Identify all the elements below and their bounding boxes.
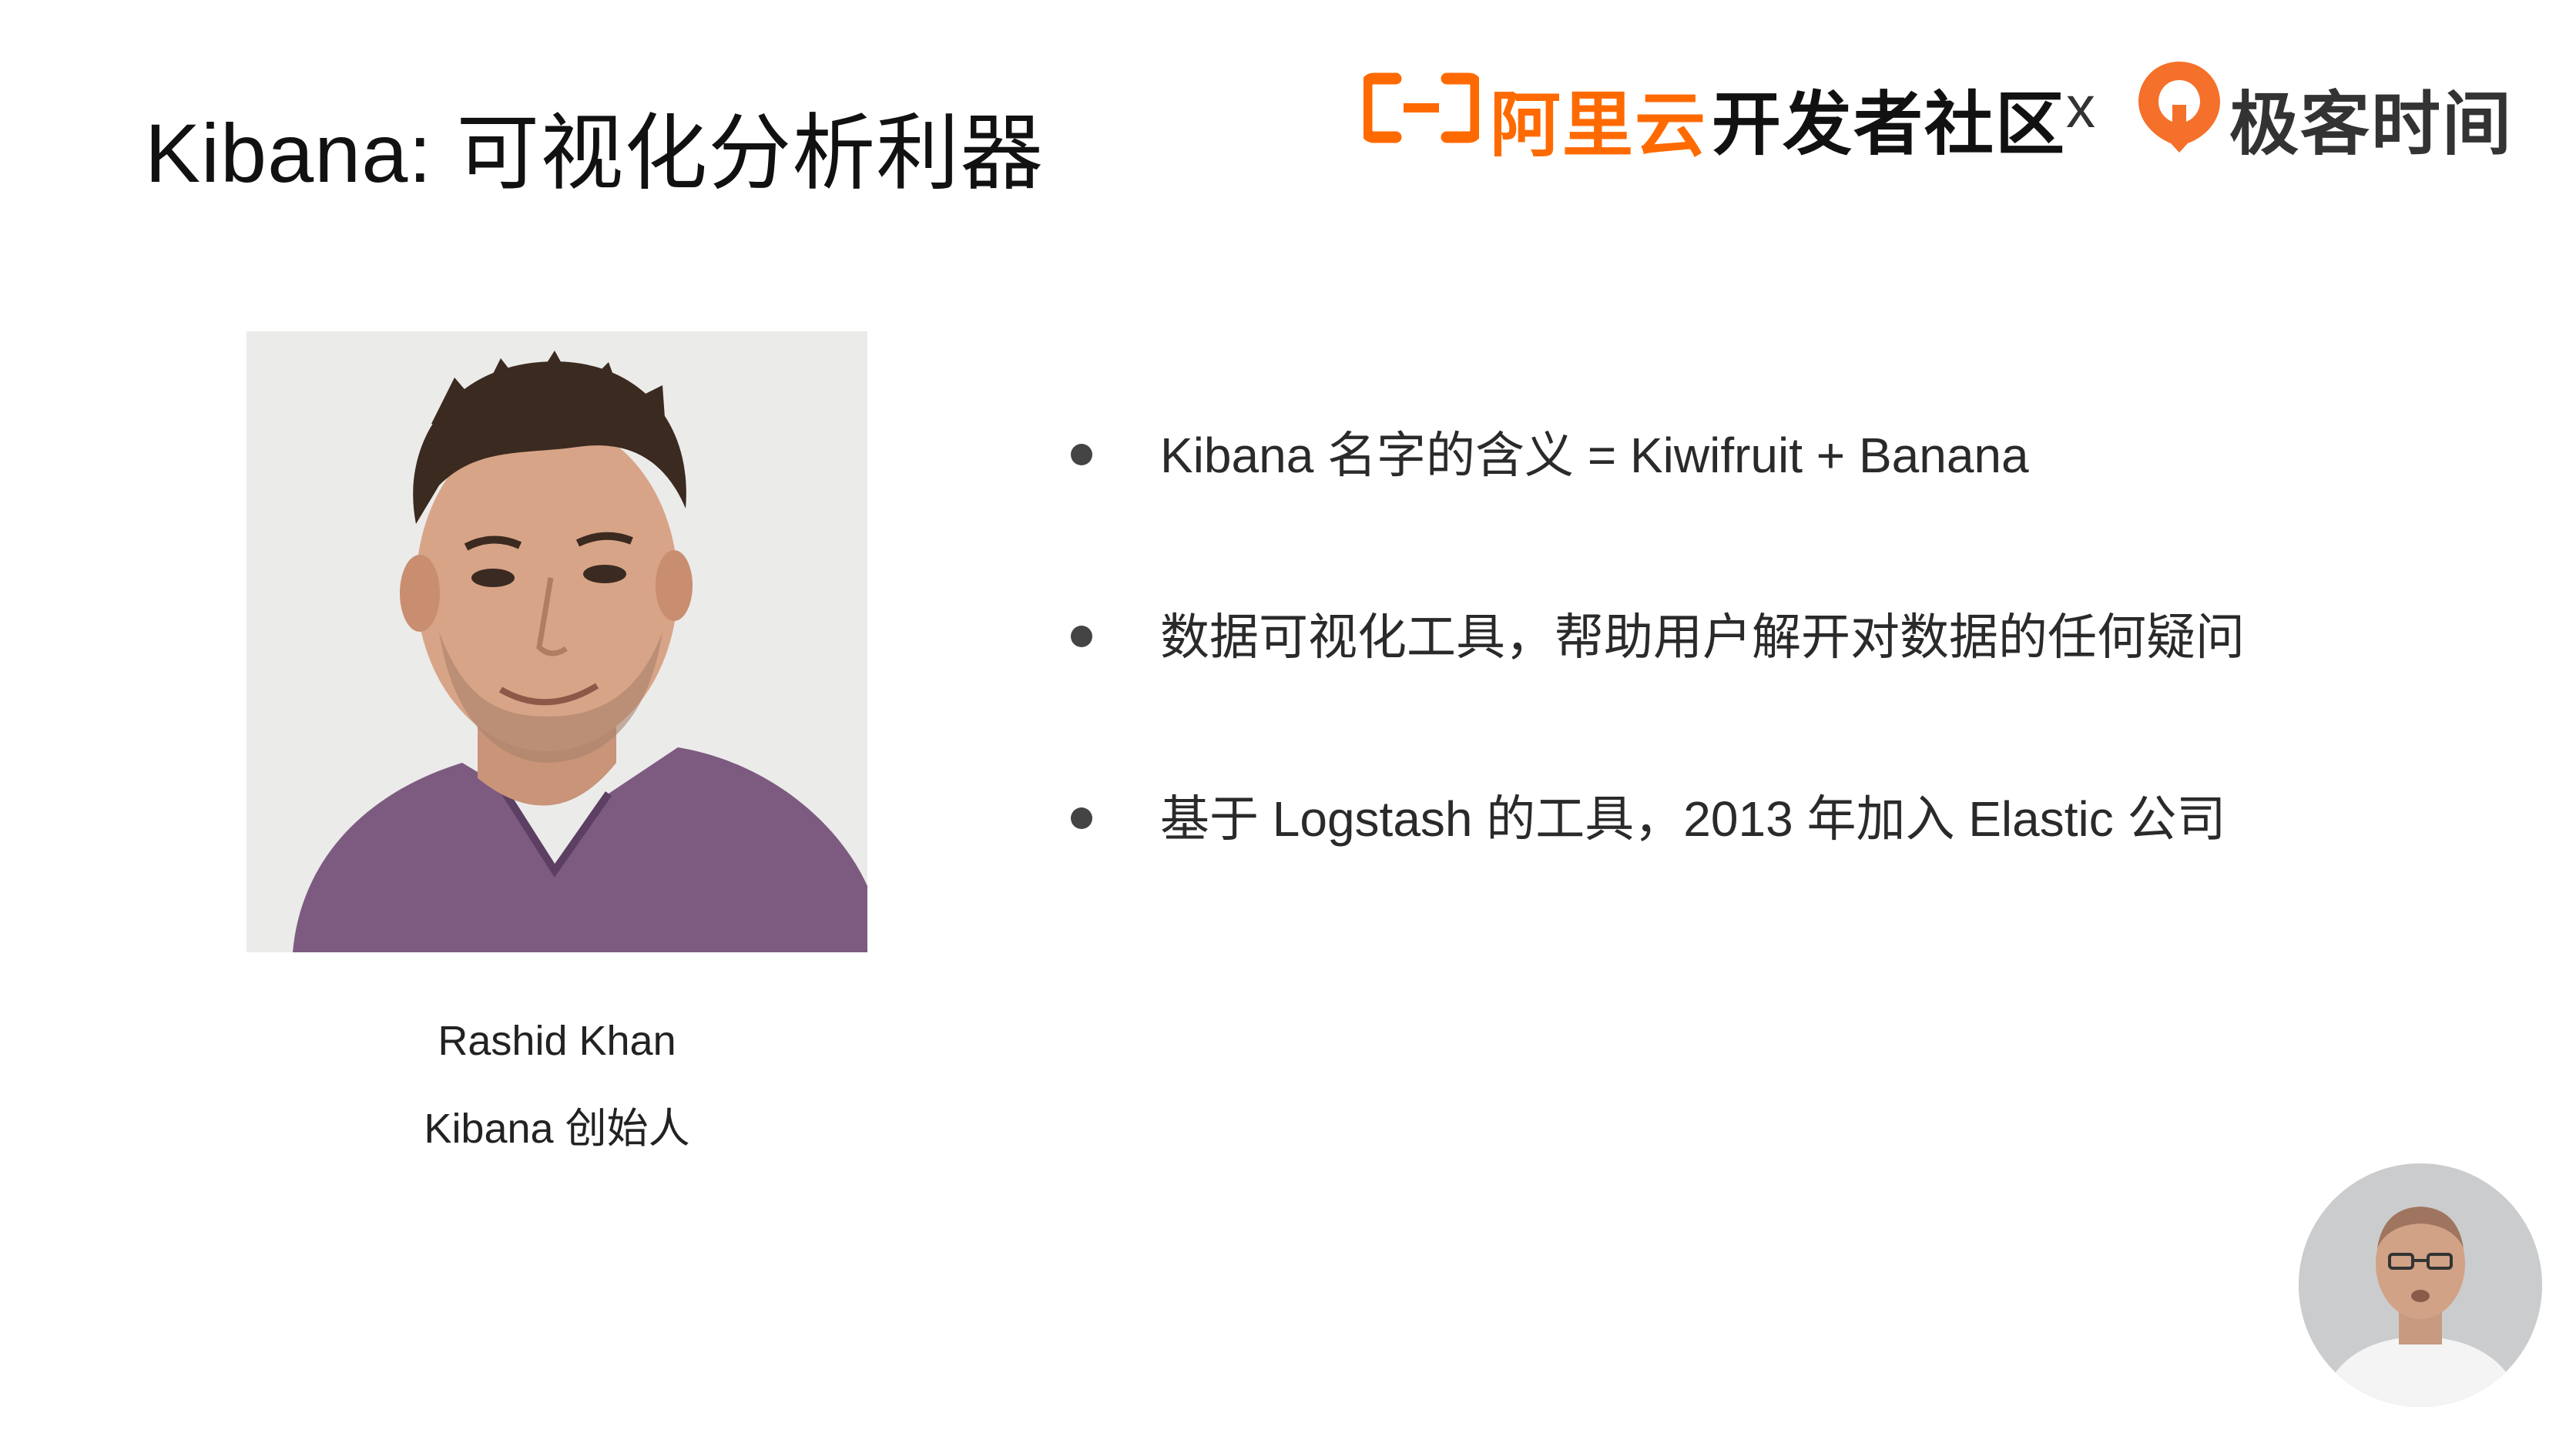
list-item: Kibana 名字的含义 = Kiwifruit + Banana — [1071, 416, 2380, 598]
founder-name: Rashid Khan — [438, 1018, 676, 1064]
bullet-dot-icon — [1071, 444, 1092, 465]
aliyun-logo-icon — [1363, 72, 1479, 143]
bullet-text: 数据可视化工具，帮助用户解开对数据的任何疑问 — [1160, 609, 2245, 665]
bullet-text: Kibana 名字的含义 = Kiwifruit + Banana — [1160, 428, 2029, 483]
presenter-video — [2299, 1163, 2542, 1407]
bullet-text: 基于 Logstash 的工具，2013 年加入 Elastic 公司 — [1160, 791, 2226, 847]
geektime-logo-text: 极客时间 — [2229, 86, 2513, 163]
list-item: 基于 Logstash 的工具，2013 年加入 Elastic 公司 — [1071, 780, 2380, 962]
aliyun-logo-text: 阿里云 — [1490, 86, 1708, 165]
bullet-dot-icon — [1071, 626, 1092, 647]
bullet-list: Kibana 名字的含义 = Kiwifruit + Banana 数据可视化工… — [1071, 416, 2380, 962]
developer-community-text: 开发者社区 — [1712, 86, 2066, 163]
geektime-logo-icon — [2138, 62, 2220, 153]
slide-title: Kibana: 可视化分析利器 — [145, 106, 1045, 200]
founder-role: Kibana 创始人 — [424, 1106, 690, 1152]
header-logos: 阿里云 开发者社区 x 极客时间 — [1363, 57, 2519, 165]
collab-separator: x — [2066, 75, 2095, 140]
founder-photo — [247, 331, 867, 952]
list-item: 数据可视化工具，帮助用户解开对数据的任何疑问 — [1071, 598, 2380, 780]
bullet-dot-icon — [1071, 807, 1092, 829]
